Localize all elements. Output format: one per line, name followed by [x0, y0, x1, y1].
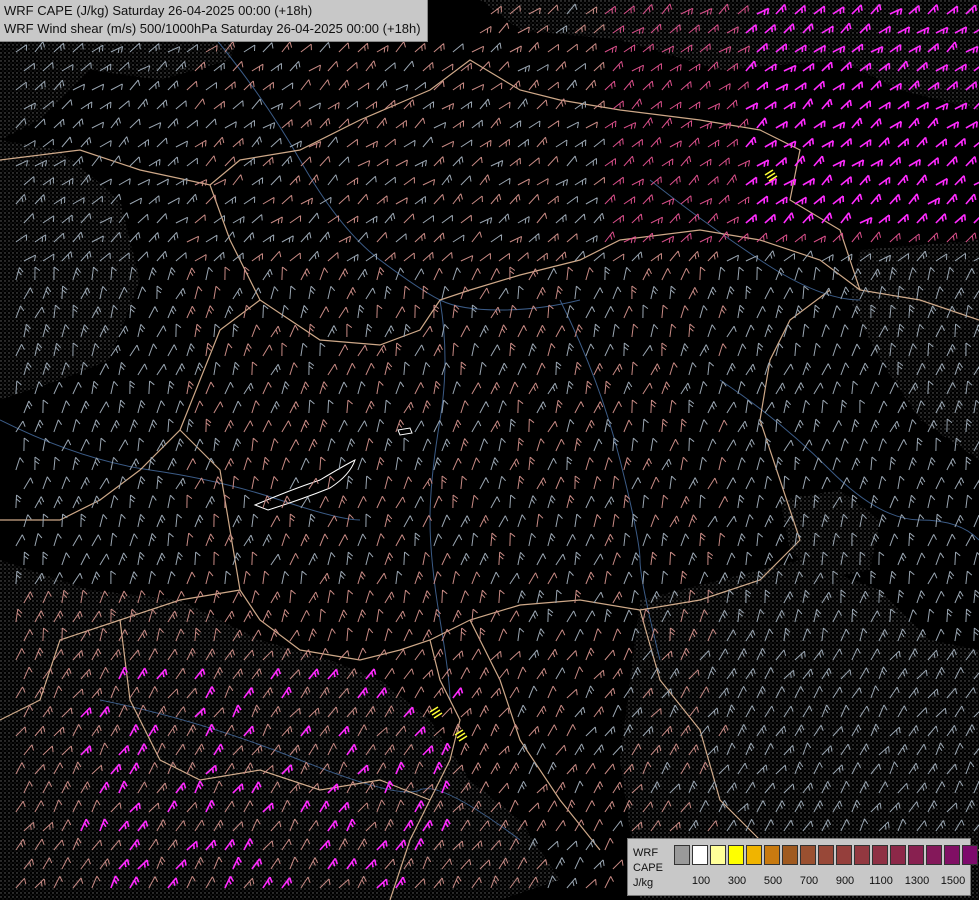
legend-swatch	[872, 845, 888, 865]
legend-field-label: CAPE	[633, 862, 663, 874]
legend-swatch	[890, 845, 906, 865]
legend-model-label: WRF	[633, 847, 659, 859]
legend-swatch	[926, 845, 942, 865]
legend-tick-label: 500	[763, 875, 783, 887]
legend-tick-label: 1500	[940, 875, 966, 887]
legend-swatch	[764, 845, 780, 865]
legend-tick-label: 100	[691, 875, 711, 887]
legend-swatch	[692, 845, 708, 865]
legend-tick-label: 1300	[904, 875, 930, 887]
legend-swatch	[944, 845, 960, 865]
legend-tick-label: 1100	[869, 875, 893, 887]
legend-swatch	[728, 845, 744, 865]
legend-swatch	[746, 845, 762, 865]
legend-tick-label: 700	[799, 875, 819, 887]
legend-swatch	[836, 845, 852, 865]
legend-tick-labels: 100 300 500 700 900 1100 1300 1500	[674, 875, 970, 889]
legend-swatch	[710, 845, 726, 865]
legend-swatch	[818, 845, 834, 865]
legend-swatch	[782, 845, 798, 865]
cape-title: WRF CAPE (J/kg) Saturday 26-04-2025 00:0…	[4, 3, 313, 18]
legend-swatch	[854, 845, 870, 865]
forecast-map	[0, 0, 979, 900]
legend-swatch	[674, 845, 690, 865]
legend-swatch	[908, 845, 924, 865]
legend-swatch	[800, 845, 816, 865]
legend-tick-label: 300	[727, 875, 747, 887]
legend-tick-label: 900	[835, 875, 855, 887]
legend-color-scale	[674, 845, 979, 865]
cape-legend: WRF CAPE J/kg 100 300 500 700 900 1100 1300 150…	[627, 838, 978, 896]
wind-shear-title: WRF Wind shear (m/s) 500/1000hPa Saturda…	[4, 21, 421, 36]
legend-unit-label: J/kg	[633, 877, 654, 889]
map-title-box: WRF CAPE (J/kg) Saturday 26-04-2025 00:0…	[0, 0, 428, 42]
legend-swatch	[962, 845, 978, 865]
